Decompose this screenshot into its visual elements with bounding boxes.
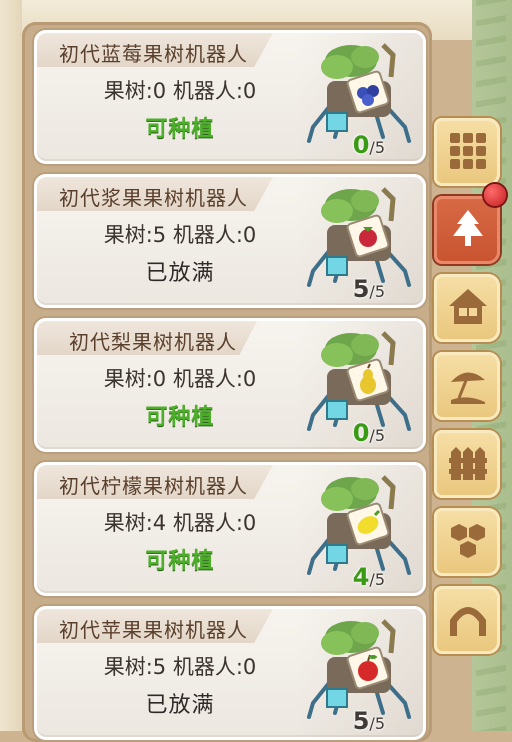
tab-tree[interactable] [434, 184, 506, 264]
robot-icon [307, 331, 411, 431]
robot-card[interactable]: 初代梨果树机器人 果树:0 机器人:0 可种植 0/5 [34, 318, 426, 452]
robot-title: 初代梨果树机器人 [69, 330, 237, 354]
tab-fence[interactable] [434, 430, 500, 498]
grid-icon [450, 133, 486, 169]
robot-counts: 果树:5 机器人:0 [103, 655, 257, 679]
status-full: 已放满 [145, 693, 215, 718]
robot-title: 初代蓝莓果树机器人 [59, 42, 248, 66]
status-plantable: 可种植 [145, 117, 215, 142]
robot-counts: 果树:4 机器人:0 [103, 511, 257, 535]
tab-house[interactable] [434, 274, 500, 342]
tab-hexagon[interactable] [434, 508, 500, 576]
status-plantable: 可种植 [145, 549, 215, 574]
status-plantable: 可种植 [145, 405, 215, 430]
capacity-ratio: 0/5 [352, 419, 385, 447]
tab-umbrella[interactable] [434, 352, 500, 420]
arch-icon [450, 607, 486, 636]
robot-counts: 果树:5 机器人:0 [103, 223, 257, 247]
robot-counts: 果树:0 机器人:0 [103, 79, 257, 103]
background-left [0, 0, 22, 731]
robot-icon [307, 475, 411, 575]
robot-title: 初代苹果果树机器人 [59, 618, 248, 642]
capacity-ratio: 0/5 [352, 131, 385, 159]
tree-icon [453, 210, 483, 246]
notification-dot [484, 184, 506, 206]
robot-card[interactable]: 初代浆果果树机器人 果树:5 机器人:0 已放满 5/5 [34, 174, 426, 308]
robot-icon [307, 43, 411, 143]
status-full: 已放满 [145, 261, 215, 286]
robot-title: 初代浆果果树机器人 [59, 186, 248, 210]
robot-title: 初代柠檬果树机器人 [59, 474, 248, 498]
umbrella-icon [451, 372, 485, 404]
tab-arch[interactable] [434, 586, 500, 654]
robot-counts: 果树:0 机器人:0 [103, 367, 257, 391]
robot-card[interactable]: 初代柠檬果树机器人 果树:4 机器人:0 可种植 4/5 [34, 462, 426, 596]
hexagon-icon [451, 524, 485, 558]
fence-icon [449, 447, 487, 480]
robot-icon [307, 619, 411, 719]
house-icon [449, 289, 487, 324]
capacity-ratio: 5/5 [352, 275, 385, 303]
capacity-ratio: 4/5 [352, 563, 385, 591]
robot-card[interactable]: 初代苹果果树机器人 果树:5 机器人:0 已放满 5/5 [34, 606, 426, 740]
robot-icon [307, 187, 411, 287]
robot-card[interactable]: 初代蓝莓果树机器人 果树:0 机器人:0 可种植 0/5 [34, 30, 426, 164]
tab-grid[interactable] [434, 118, 500, 186]
